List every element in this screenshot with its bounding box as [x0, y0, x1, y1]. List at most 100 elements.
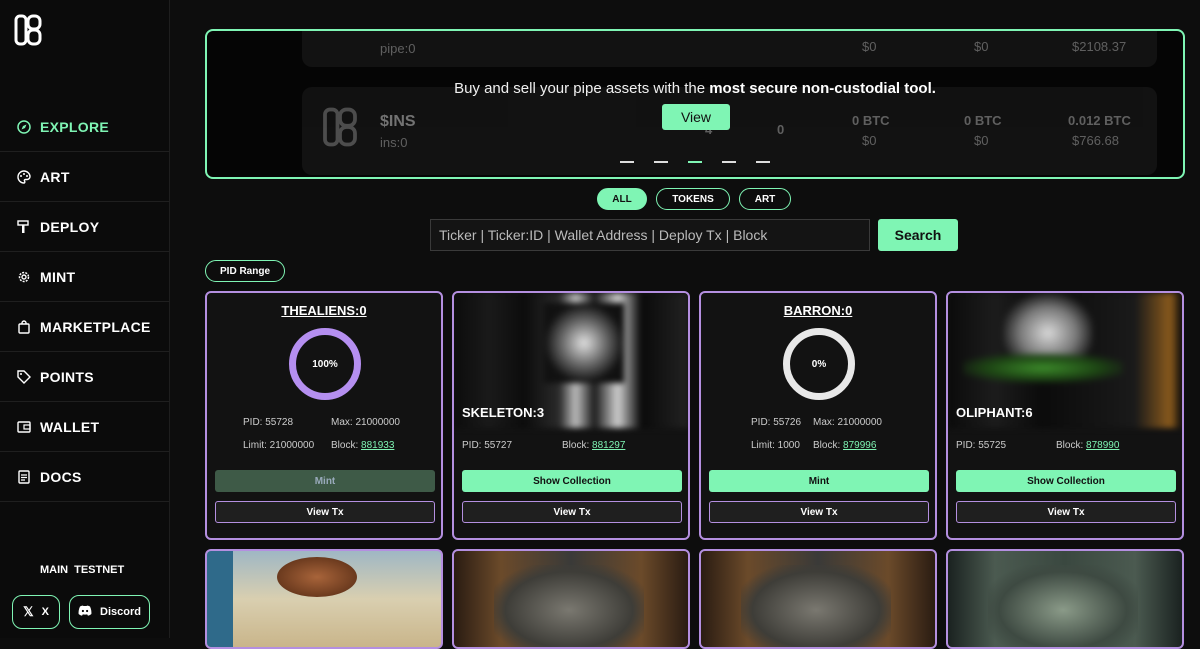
- ghost-sub: pipe:0: [380, 41, 416, 56]
- filter-tabs: ALL TOKENS ART: [597, 188, 791, 210]
- gear-icon: [16, 269, 32, 285]
- ghost-ticker: $INS: [380, 113, 416, 130]
- carousel-dot[interactable]: [654, 161, 668, 163]
- view-tx-button[interactable]: View Tx: [956, 501, 1176, 523]
- ghost-col: $2108.37: [1072, 39, 1127, 54]
- collection-name[interactable]: OLIPHANT:6: [956, 405, 1033, 420]
- hero-view-button[interactable]: View: [662, 104, 730, 130]
- wallet-icon: [16, 419, 32, 435]
- filter-art[interactable]: ART: [739, 188, 791, 210]
- carousel-dot[interactable]: [722, 161, 736, 163]
- filter-all[interactable]: ALL: [597, 188, 647, 210]
- limit-text: Limit: 1000: [751, 440, 800, 451]
- sidebar-item-deploy[interactable]: DEPLOY: [0, 202, 170, 252]
- sidebar-item-label: EXPLORE: [40, 118, 110, 135]
- sidebar-item-explore[interactable]: EXPLORE: [0, 102, 170, 152]
- discord-label: Discord: [100, 606, 141, 618]
- logo-icon[interactable]: [14, 14, 42, 46]
- sidebar-item-label: POINTS: [40, 368, 94, 385]
- network-testnet[interactable]: TESTNET: [74, 564, 124, 576]
- hero-tagline: Buy and sell your pipe assets with the m…: [207, 80, 1183, 97]
- ghost-value: 0.012 BTC: [1068, 113, 1131, 128]
- palette-icon: [16, 169, 32, 185]
- view-tx-button[interactable]: View Tx: [215, 501, 435, 523]
- pid-range-button[interactable]: PID Range: [205, 260, 286, 282]
- sidebar-item-points[interactable]: POINTS: [0, 352, 170, 402]
- hero-tagline-plain: Buy and sell your pipe assets with the: [454, 80, 710, 97]
- carousel-dot[interactable]: [756, 161, 770, 163]
- block-text: Block: 878990: [1056, 440, 1119, 451]
- limit-text: Limit: 21000000: [243, 440, 315, 451]
- block-text: Block: 881297: [562, 440, 625, 451]
- block-text: Block: 881933: [331, 440, 394, 451]
- mint-button[interactable]: Mint: [215, 470, 435, 492]
- block-link[interactable]: 879996: [843, 440, 876, 451]
- sidebar-item-wallet[interactable]: WALLET: [0, 402, 170, 452]
- sidebar-item-art[interactable]: ART: [0, 152, 170, 202]
- art-card-image[interactable]: [205, 549, 443, 649]
- ghost-value-usd: $0: [974, 133, 989, 148]
- shopping-bag-icon: [16, 319, 32, 335]
- block-label: Block:: [562, 440, 590, 451]
- art-card-image[interactable]: [699, 549, 937, 649]
- block-link[interactable]: 881297: [592, 440, 625, 451]
- view-tx-button[interactable]: View Tx: [709, 501, 929, 523]
- compass-icon: [16, 119, 32, 135]
- block-label: Block:: [1056, 440, 1084, 451]
- sidebar-item-label: DOCS: [40, 468, 82, 485]
- filter-tokens[interactable]: TOKENS: [656, 188, 730, 210]
- ghost-col: $0: [974, 39, 989, 54]
- show-collection-button[interactable]: Show Collection: [956, 470, 1176, 492]
- block-label: Block:: [813, 440, 841, 451]
- art-card-image[interactable]: [452, 549, 690, 649]
- hero-carousel: pipe:0 $0 $0 $2108.37 $INS ins:0 4 0 0 B…: [205, 29, 1185, 179]
- ghost-value: 0 BTC: [964, 113, 1002, 128]
- sidebar: EXPLORE ART DEPLOY MINT MARKETPLACE POIN…: [0, 0, 170, 638]
- search-button[interactable]: Search: [878, 219, 958, 251]
- pid-text: PID: 55725: [956, 440, 1007, 451]
- discord-link-button[interactable]: Discord: [69, 595, 150, 629]
- ghost-sub: ins:0: [380, 135, 408, 150]
- ghost-value-usd: $0: [862, 133, 877, 148]
- sidebar-item-label: WALLET: [40, 418, 100, 435]
- carousel-dot[interactable]: [620, 161, 634, 163]
- search-input[interactable]: Ticker | Ticker:ID | Wallet Address | De…: [430, 219, 870, 251]
- token-card: THEALIENS:0 100% PID: 55728 Max: 2100000…: [205, 291, 443, 540]
- sidebar-item-label: DEPLOY: [40, 218, 100, 235]
- discord-icon: [78, 605, 92, 619]
- x-label: X: [41, 606, 49, 618]
- block-link[interactable]: 878990: [1086, 440, 1119, 451]
- hammer-icon: [16, 219, 32, 235]
- sidebar-item-mint[interactable]: MINT: [0, 252, 170, 302]
- network-switch: MAIN TESTNET: [40, 564, 124, 576]
- sidebar-item-label: MARKETPLACE: [40, 318, 151, 335]
- hero-tagline-bold: most secure non-custodial tool.: [709, 80, 936, 97]
- sidebar-item-marketplace[interactable]: MARKETPLACE: [0, 302, 170, 352]
- ghost-value-usd: $766.68: [1072, 133, 1119, 148]
- token-name-link[interactable]: BARRON:0: [701, 303, 935, 318]
- sidebar-item-label: MINT: [40, 268, 76, 285]
- block-label: Block:: [331, 440, 359, 451]
- main-content: pipe:0 $0 $0 $2108.37 $INS ins:0 4 0 0 B…: [171, 0, 1200, 649]
- pid-text: PID: 55728: [243, 417, 294, 428]
- collection-card: SKELETON:3 PID: 55727 Block: 881297 Show…: [452, 291, 690, 540]
- token-name-link[interactable]: THEALIENS:0: [207, 303, 441, 318]
- collection-name[interactable]: SKELETON:3: [462, 405, 544, 420]
- mint-button[interactable]: Mint: [709, 470, 929, 492]
- ghost-col: $0: [862, 39, 877, 54]
- mint-progress-ring: 0%: [783, 328, 855, 400]
- x-link-button[interactable]: 𝕏 X: [12, 595, 60, 629]
- network-main[interactable]: MAIN: [40, 564, 68, 576]
- ghost-value: 0 BTC: [852, 113, 890, 128]
- token-logo-icon: [323, 107, 357, 147]
- sidebar-item-docs[interactable]: DOCS: [0, 452, 170, 502]
- show-collection-button[interactable]: Show Collection: [462, 470, 682, 492]
- carousel-dot-active[interactable]: [688, 161, 702, 163]
- view-tx-button[interactable]: View Tx: [462, 501, 682, 523]
- carousel-dots: [620, 161, 770, 163]
- block-text: Block: 879996: [813, 440, 876, 451]
- art-card-image[interactable]: [946, 549, 1184, 649]
- mint-progress-ring: 100%: [289, 328, 361, 400]
- max-text: Max: 21000000: [331, 417, 400, 428]
- block-link[interactable]: 881933: [361, 440, 394, 451]
